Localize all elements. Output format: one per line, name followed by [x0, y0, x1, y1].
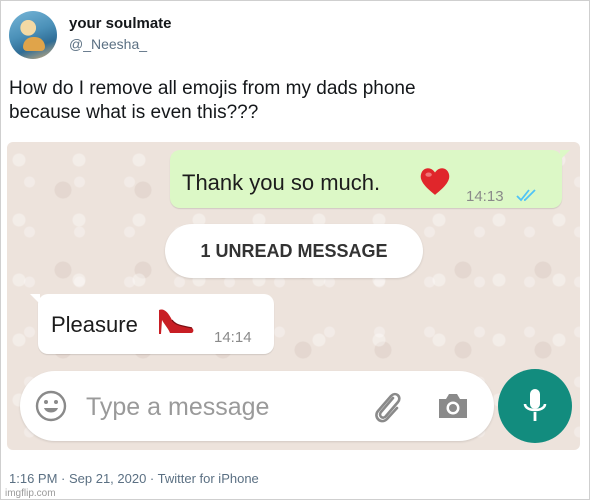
display-name[interactable]: your soulmate [69, 15, 172, 32]
tweet-timestamp[interactable]: 1:16 PM · Sep 21, 2020 · Twitter for iPh… [9, 471, 259, 486]
tweet-card: your soulmate @_Neesha_ How do I remove … [0, 0, 590, 500]
high-heel-shoe-icon [159, 309, 194, 334]
outgoing-message-text: Thank you so much. [182, 170, 381, 195]
watermark: imgflip.com [5, 488, 56, 499]
tweet-text-line-2: because what is even this??? [9, 102, 259, 123]
emoji-icon[interactable] [34, 389, 68, 423]
unread-messages-banner: 1 UNREAD MESSAGE [165, 224, 423, 278]
message-composer[interactable]: Type a message [20, 371, 494, 441]
incoming-message-text: Pleasure [51, 312, 138, 337]
read-double-check-icon [516, 189, 536, 202]
unread-messages-label: 1 UNREAD MESSAGE [200, 241, 388, 261]
whatsapp-chat-screenshot: Thank you so much. 14:13 Pleasure 14:14 [7, 142, 580, 450]
incoming-message-time: 14:14 [214, 329, 252, 346]
outgoing-message-time: 14:13 [466, 188, 504, 205]
outgoing-message-bubble: Thank you so much. 14:13 [170, 150, 570, 208]
paperclip-icon[interactable] [370, 388, 404, 424]
tweet-text: How do I remove all emojis from my dads … [9, 77, 569, 125]
red-heart-icon [420, 168, 450, 195]
camera-icon[interactable] [436, 391, 470, 421]
tweet-header: your soulmate @_Neesha_ [9, 9, 579, 61]
message-input[interactable]: Type a message [86, 393, 269, 422]
incoming-message-bubble: Pleasure 14:14 [30, 294, 274, 354]
avatar[interactable] [9, 11, 57, 59]
microphone-icon [523, 389, 547, 421]
user-handle[interactable]: @_Neesha_ [69, 36, 147, 52]
tweet-text-line-1: How do I remove all emojis from my dads … [9, 78, 416, 99]
microphone-button[interactable] [498, 369, 572, 443]
